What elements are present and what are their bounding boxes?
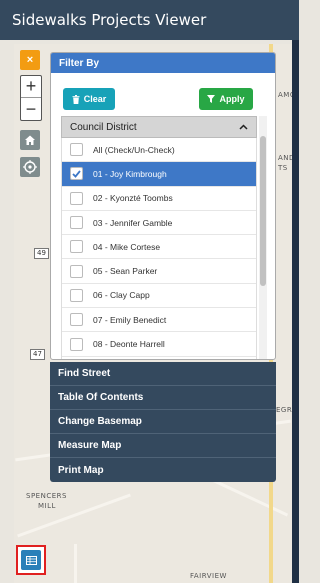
district-item-all[interactable]: All (Check/Un-Check): [62, 138, 256, 163]
district-item-label: 01 - Joy Kimbrough: [93, 168, 167, 179]
council-district-accordion[interactable]: Council District: [61, 116, 257, 138]
map-road: [74, 544, 77, 583]
apply-button[interactable]: Apply: [199, 88, 253, 110]
district-item-02[interactable]: 02 - Kyonzté Toombs: [62, 186, 256, 211]
zoom-out-button[interactable]: −: [21, 98, 41, 120]
checkbox[interactable]: [70, 288, 83, 302]
map-label: AND: [278, 154, 292, 162]
trash-icon: [72, 94, 80, 104]
district-item-label: 06 - Clay Capp: [93, 290, 150, 301]
map-label: AMO: [278, 91, 292, 99]
district-item-label: 04 - Mike Cortese: [93, 241, 161, 252]
checkbox[interactable]: [70, 143, 83, 157]
clear-button-label: Clear: [83, 94, 107, 104]
filter-panel-header: Filter By: [51, 53, 275, 73]
route-shield: 47: [30, 349, 45, 360]
attribute-table-button[interactable]: [16, 545, 46, 575]
app-title: Sidewalks Projects Viewer: [12, 11, 207, 29]
tools-menu: Find Street Table Of Contents Change Bas…: [50, 362, 276, 482]
route-shield: 49: [34, 248, 49, 259]
map-label: SPENCERS: [26, 492, 67, 500]
clear-button[interactable]: Clear: [63, 88, 115, 110]
checkbox[interactable]: [70, 216, 83, 230]
council-district-title: Council District: [70, 121, 137, 133]
menu-item-measure-map[interactable]: Measure Map: [50, 434, 276, 458]
checkbox[interactable]: [70, 191, 83, 205]
locate-icon: [23, 160, 37, 174]
filter-panel: Filter By Clear Apply Council District A…: [50, 52, 276, 360]
zoom-control: + −: [20, 75, 42, 121]
district-item-06[interactable]: 06 - Clay Capp: [62, 283, 256, 309]
map-label: MILL: [38, 502, 56, 510]
close-icon: ×: [26, 54, 34, 66]
district-item-label: 07 - Emily Benedict: [93, 314, 167, 325]
filter-icon: [207, 95, 216, 103]
district-item-05[interactable]: 05 - Sean Parker: [62, 259, 256, 284]
district-item-label: 08 - Deonte Harrell: [93, 339, 165, 350]
map-label: TS: [278, 164, 288, 172]
apply-button-label: Apply: [219, 94, 245, 104]
close-panel-button[interactable]: ×: [20, 50, 40, 70]
menu-item-table-of-contents[interactable]: Table Of Contents: [50, 386, 276, 410]
home-button[interactable]: [20, 130, 40, 150]
map-label: FAIRVIEW: [190, 572, 227, 580]
table-icon: [21, 550, 41, 570]
checkbox[interactable]: [70, 240, 83, 254]
checkbox[interactable]: [70, 337, 83, 351]
menu-item-change-basemap[interactable]: Change Basemap: [50, 410, 276, 434]
app-title-bar: Sidewalks Projects Viewer: [0, 0, 299, 40]
checkbox[interactable]: [70, 264, 83, 278]
menu-item-print-map[interactable]: Print Map: [50, 458, 276, 482]
council-district-list[interactable]: All (Check/Un-Check) 01 - Joy Kimbrough …: [61, 138, 257, 359]
district-item-04[interactable]: 04 - Mike Cortese: [62, 235, 256, 260]
map-label: EGRA: [276, 406, 292, 414]
menu-item-find-street[interactable]: Find Street: [50, 362, 276, 386]
district-item-label: All (Check/Un-Check): [93, 144, 175, 155]
checkbox[interactable]: [70, 313, 83, 327]
district-list-scrollbar[interactable]: [259, 116, 267, 359]
home-icon: [25, 135, 35, 145]
scrollbar-thumb[interactable]: [260, 136, 266, 286]
district-item-label: 03 - Jennifer Gamble: [93, 217, 173, 228]
chevron-up-icon: [239, 124, 248, 130]
district-item-label: 05 - Sean Parker: [93, 266, 158, 277]
locate-button[interactable]: [20, 157, 40, 177]
check-icon: [72, 170, 81, 178]
zoom-in-button[interactable]: +: [21, 76, 41, 98]
checkbox-checked[interactable]: [70, 167, 83, 181]
district-item-label: 02 - Kyonzté Toombs: [93, 193, 173, 204]
district-item-08[interactable]: 08 - Deonte Harrell: [62, 332, 256, 357]
district-item-01[interactable]: 01 - Joy Kimbrough: [62, 162, 256, 187]
map-road: [17, 493, 131, 538]
right-edge-strip: [292, 40, 299, 583]
district-item-03[interactable]: 03 - Jennifer Gamble: [62, 210, 256, 236]
district-item-07[interactable]: 07 - Emily Benedict: [62, 308, 256, 333]
